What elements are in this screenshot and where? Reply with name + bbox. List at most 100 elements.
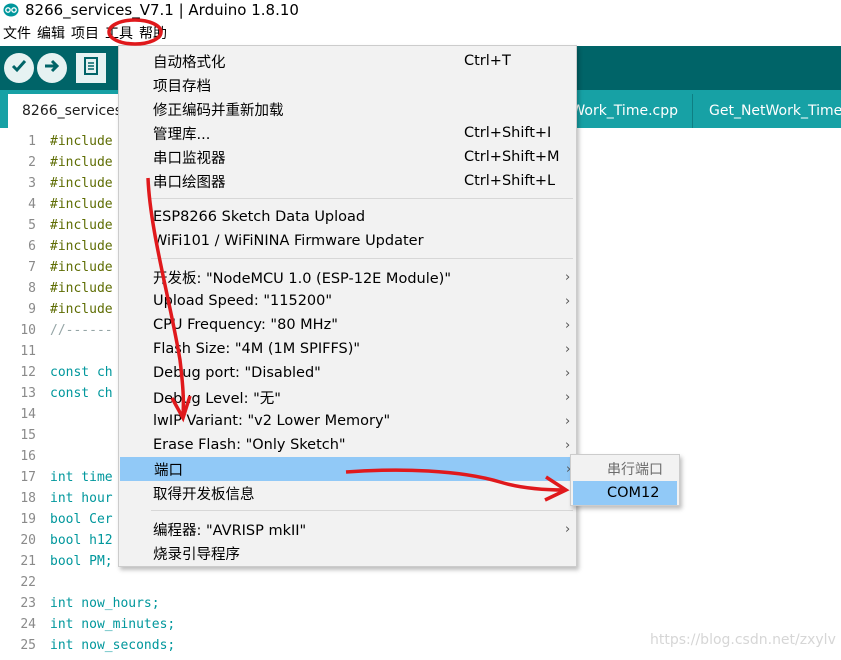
chevron-right-icon: › [565,365,571,381]
menu-item-cpu-frequency[interactable]: CPU Frequency: "80 MHz" › [119,313,576,337]
chevron-right-icon: › [565,269,571,285]
code-line: int time [50,470,113,485]
menu-item-archive-sketch[interactable]: 项目存档 [119,73,576,97]
watermark: https://blog.csdn.net/zxylv [650,632,836,648]
menu-file[interactable]: 文件 [0,23,34,43]
menu-item-programmer[interactable]: 编程器: "AVRISP mkII" › [119,517,576,541]
menu-edit[interactable]: 编辑 [34,23,68,43]
tab-label: Work_Time.cpp [571,103,678,119]
chevron-right-icon: › [565,437,571,453]
document-icon [82,56,100,80]
menu-item-label: Erase Flash: "Only Sketch" [153,437,346,453]
menu-item-auto-format[interactable]: 自动格式化 Ctrl+T [119,49,576,73]
menu-item-debug-port[interactable]: Debug port: "Disabled" › [119,361,576,385]
menu-item-fix-encoding-reload[interactable]: 修正编码并重新加载 [119,97,576,121]
menu-item-manage-libraries[interactable]: 管理库... Ctrl+Shift+I [119,121,576,145]
tab-get-network-time[interactable]: Get_NetWork_Time. [694,94,841,128]
menu-item-label: 管理库... [153,126,211,143]
chevron-right-icon: › [565,293,571,309]
menu-tools[interactable]: 工具 [102,23,136,43]
menu-item-shortcut: Ctrl+Shift+L [464,173,556,189]
line-number: 21 [20,554,36,569]
menu-separator [151,258,573,259]
menu-item-debug-level[interactable]: Debug Level: "无" › [119,385,576,409]
verify-button[interactable] [4,53,34,83]
line-number: 11 [20,344,36,359]
com12-port-item[interactable]: COM12 [573,481,677,505]
menu-item-label: WiFi101 / WiFiNINA Firmware Updater [153,233,424,249]
menu-item-port[interactable]: 端口 › [120,457,575,481]
line-number: 19 [20,512,36,527]
menu-project[interactable]: 项目 [68,23,102,43]
menu-item-get-board-info[interactable]: 取得开发板信息 [119,481,576,505]
menu-item-shortcut: Ctrl+T [464,53,511,69]
menu-item-shortcut: Ctrl+Shift+I [464,125,552,141]
menu-item-serial-monitor[interactable]: 串口监视器 Ctrl+Shift+M [119,145,576,169]
tab-main-sketch[interactable]: 8266_services [8,94,122,128]
tab-label: Get_NetWork_Time. [709,103,841,119]
window-title: 8266_services_V7.1 | Arduino 1.8.10 [25,1,299,19]
arrow-right-icon [42,56,62,80]
arduino-logo-icon [3,2,19,18]
code-line: int now_seconds; [50,638,176,653]
com12-label: COM12 [607,485,660,501]
chevron-right-icon: › [565,341,571,357]
upload-button[interactable] [37,53,67,83]
port-submenu: 串行端口 COM12 [570,454,680,506]
menu-item-label: Flash Size: "4M (1M SPIFFS)" [153,341,361,357]
line-number: 12 [20,365,36,380]
menu-item-label: lwIP Variant: "v2 Lower Memory" [153,413,391,429]
menu-bar: 文件 编辑 项目 工具 帮助 [0,22,841,44]
menu-item-lwip-variant[interactable]: lwIP Variant: "v2 Lower Memory" › [119,409,576,433]
title-bar: 8266_services_V7.1 | Arduino 1.8.10 [0,0,841,20]
menu-item-label: Upload Speed: "115200" [153,293,333,309]
menu-item-label: 编程器: "AVRISP mkII" [153,522,307,539]
code-line: const ch [50,386,113,401]
new-sketch-button[interactable] [76,53,106,83]
tab-work-time[interactable]: Work_Time.cpp [560,94,692,128]
code-line: #include [50,176,113,191]
menu-item-label: 串口绘图器 [153,174,226,191]
chevron-right-icon: › [565,317,571,333]
menu-item-burn-bootloader[interactable]: 烧录引导程序 [119,541,576,565]
line-number: 8 [28,281,36,296]
menu-item-esp8266-data-upload[interactable]: ESP8266 Sketch Data Upload [119,205,576,229]
line-number: 22 [20,575,36,590]
line-number: 7 [28,260,36,275]
line-number: 1 [28,134,36,149]
line-number: 10 [20,323,36,338]
line-number: 17 [20,470,36,485]
menu-item-label: ESP8266 Sketch Data Upload [153,209,366,225]
check-icon [9,56,29,80]
line-number: 23 [20,596,36,611]
menu-item-label: 项目存档 [153,78,211,95]
menu-item-label: Debug Level: "无" [153,390,281,407]
menu-item-label: 取得开发板信息 [153,486,255,503]
line-number-gutter: 1 2 3 4 5 6 7 8 9 10 11 12 13 14 15 16 17 18 19 20 21 22 23 24 2… [0,128,44,660]
menu-item-board-select[interactable]: 开发板: "NodeMCU 1.0 (ESP-12E Module)" › [119,265,576,289]
code-line: const ch [50,365,113,380]
chevron-right-icon: › [565,413,571,429]
code-line: bool PM; [50,554,113,569]
menu-item-flash-size[interactable]: Flash Size: "4M (1M SPIFFS)" › [119,337,576,361]
menu-item-serial-plotter[interactable]: 串口绘图器 Ctrl+Shift+L [119,169,576,193]
code-line: bool Cer [50,512,113,527]
code-line: #include [50,134,113,149]
code-line: int hour [50,491,113,506]
code-line: #include [50,239,113,254]
line-number: 20 [20,533,36,548]
menu-item-upload-speed[interactable]: Upload Speed: "115200" › [119,289,576,313]
menu-item-label: 端口 [154,462,183,479]
line-number: 4 [28,197,36,212]
line-number: 24 [20,617,36,632]
chevron-right-icon: › [565,389,571,405]
code-line: #include [50,218,113,233]
menu-item-wifi-firmware-updater[interactable]: WiFi101 / WiFiNINA Firmware Updater [119,229,576,253]
menu-item-label: Debug port: "Disabled" [153,365,321,381]
line-number: 13 [20,386,36,401]
menu-help[interactable]: 帮助 [136,23,170,43]
code-line: #include [50,155,113,170]
menu-item-label: CPU Frequency: "80 MHz" [153,317,338,333]
menu-item-erase-flash[interactable]: Erase Flash: "Only Sketch" › [119,433,576,457]
line-number: 9 [28,302,36,317]
